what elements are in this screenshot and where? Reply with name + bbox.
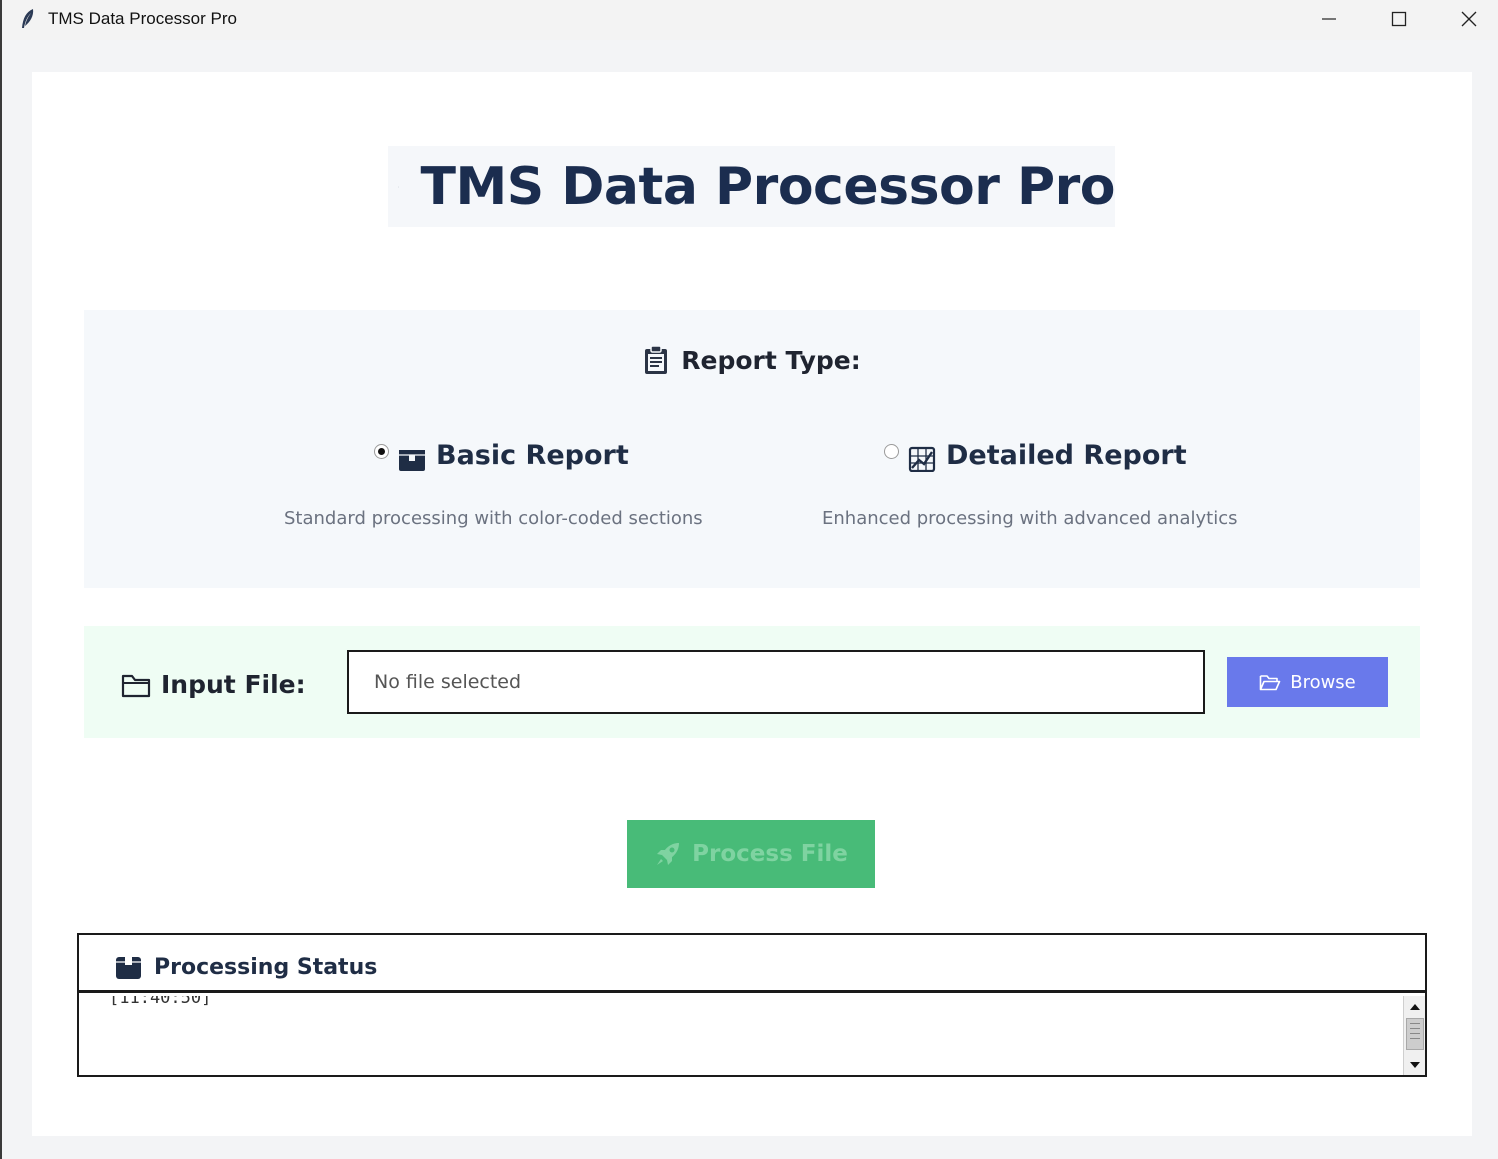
processing-status-panel: Processing Status [11:40:50] (77, 933, 1427, 1077)
basic-report-option[interactable]: Basic Report (374, 438, 629, 472)
processing-status-header: Processing Status (79, 935, 1425, 993)
basic-report-radio[interactable] (374, 443, 389, 459)
chart-icon (908, 446, 936, 472)
detailed-report-option[interactable]: Detailed Report (884, 438, 1187, 472)
arrow-down-icon (1410, 1061, 1420, 1068)
close-icon (1461, 11, 1477, 27)
window-titlebar: TMS Data Processor Pro (0, 0, 1498, 40)
processing-status-title: Processing Status (154, 955, 378, 980)
rocket-icon (657, 843, 680, 865)
arrow-up-icon (1410, 1003, 1420, 1010)
scroll-thumb[interactable] (1406, 1018, 1424, 1050)
detailed-report-description: Enhanced processing with advanced analyt… (822, 508, 1238, 529)
maximize-button[interactable] (1364, 0, 1434, 38)
process-file-button[interactable]: Process File (627, 820, 875, 888)
report-type-label: Report Type: (681, 345, 861, 375)
report-type-heading: Report Type: (84, 345, 1420, 375)
report-type-panel: Report Type: Basic Report Detailed Repor… (84, 310, 1420, 588)
folder-open-icon (1259, 675, 1281, 691)
box-icon (116, 957, 141, 979)
page-title: TMS Data Processor Pro (420, 156, 1115, 217)
browse-button-label: Browse (1290, 671, 1356, 693)
input-file-panel: Input File: Browse (84, 626, 1420, 738)
detailed-report-label[interactable]: Detailed Report (946, 440, 1187, 471)
minimize-button[interactable] (1294, 0, 1364, 38)
status-scrollbar[interactable] (1403, 996, 1425, 1075)
scroll-down-button[interactable] (1406, 1056, 1424, 1073)
log-line: [11:40:50] (109, 996, 212, 1008)
minimize-icon (1322, 18, 1336, 20)
box-icon (399, 450, 425, 471)
detailed-report-radio[interactable] (884, 443, 899, 459)
window-title: TMS Data Processor Pro (48, 9, 237, 28)
folder-icon (121, 674, 151, 698)
browse-button[interactable]: Browse (1227, 657, 1388, 707)
window-frame-left (0, 40, 2, 1159)
process-file-label: Process File (692, 841, 848, 867)
main-card: TMS Data Processor Pro Report Type: Basi… (32, 72, 1472, 1136)
maximize-icon (1391, 11, 1407, 27)
scroll-up-button[interactable] (1406, 998, 1424, 1015)
input-file-label: Input File: (161, 670, 306, 699)
app-header: TMS Data Processor Pro (388, 146, 1115, 227)
close-button[interactable] (1434, 0, 1498, 38)
status-log[interactable]: [11:40:50] (79, 996, 1404, 1075)
feather-icon (22, 9, 34, 28)
basic-report-description: Standard processing with color-coded sec… (284, 508, 703, 529)
file-path-input[interactable] (347, 650, 1205, 714)
basic-report-label[interactable]: Basic Report (436, 440, 629, 471)
clipboard-icon (645, 345, 668, 374)
input-file-heading: Input File: (121, 670, 306, 699)
